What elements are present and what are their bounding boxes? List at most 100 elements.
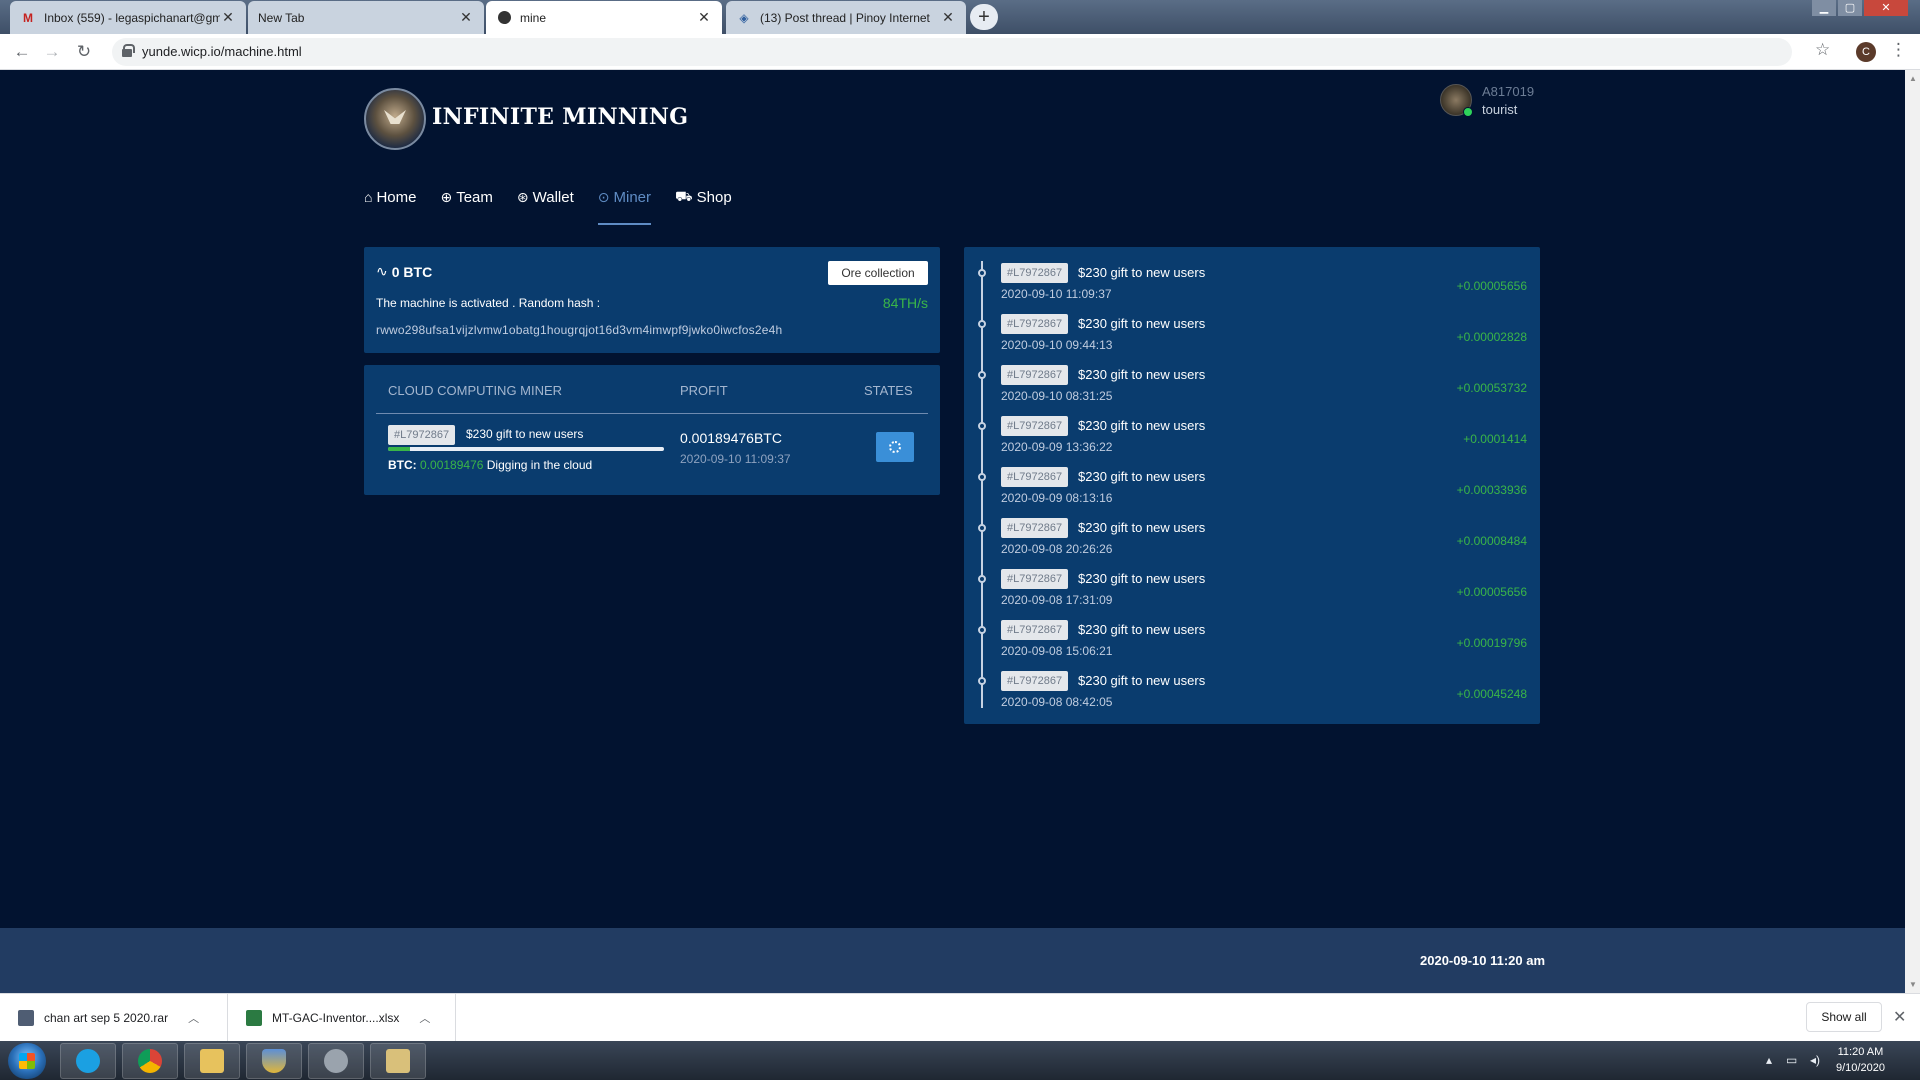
btc-status: Digging in the cloud [486,458,593,472]
nav-wallet[interactable]: ⊛ Wallet [517,186,574,208]
nav-team[interactable]: ⊕ Team [440,186,492,208]
settings-gear-icon[interactable] [308,1043,364,1079]
log-date: 2020-09-10 09:44:13 [1001,338,1113,352]
page: INFINITE MINNING A817019 tourist ⌂ Home … [0,70,1905,993]
scroll-up-icon[interactable]: ▲ [1909,74,1917,83]
list-item: #L7972867 $230 gift to new users 2020-09… [964,308,1540,359]
start-button[interactable] [8,1043,46,1079]
timeline-dot-icon [978,575,986,583]
address-bar[interactable]: yunde.wicp.io/machine.html [112,38,1792,66]
download-item[interactable]: chan art sep 5 2020.rar ︿ [18,994,228,1042]
chevron-up-icon[interactable]: ︿ [188,1010,199,1026]
file-manager-icon[interactable] [370,1043,426,1079]
brand-title[interactable]: INFINITE MINNING [432,104,688,130]
timeline-dot-icon [978,320,986,328]
user-role: tourist [1482,102,1518,117]
log-amount: +0.00005656 [1456,279,1527,293]
globe-icon: ⊕ [440,188,453,205]
order-tag: #L7972867 [388,425,456,445]
gmail-icon: M [23,10,33,25]
ore-collection-button[interactable]: Ore collection [828,261,928,285]
security-shield-icon[interactable] [246,1043,302,1079]
show-all-button[interactable]: Show all [1806,1002,1882,1032]
nav-shop[interactable]: ⛟ Shop [675,186,732,208]
page-footer: 2020-09-10 11:20 am [0,928,1905,993]
tab-forum[interactable]: ◈ (13) Post thread | Pinoy Internet ✕ [726,1,966,34]
order-tag: #L7972867 [1001,365,1069,385]
profile-avatar[interactable]: C [1856,42,1876,62]
divider [376,413,928,414]
log-title: $230 gift to new users [1078,673,1206,688]
order-tag: #L7972867 [1001,671,1069,691]
list-item: #L7972867 $230 gift to new users 2020-09… [964,563,1540,614]
tab-new-tab[interactable]: New Tab ✕ [248,1,484,34]
log-amount: +0.00008484 [1456,534,1527,548]
nav-miner[interactable]: ⊙ Miner [597,186,652,225]
main-nav: ⌂ Home ⊕ Team ⊛ Wallet ⊙ Miner ⛟ Shop [364,186,756,225]
order-tag: #L7972867 [1001,416,1069,436]
new-tab-button[interactable]: + [970,4,998,30]
nav-label: Home [376,188,417,206]
log-amount: +0.00019796 [1456,636,1527,650]
system-clock[interactable]: 11:20 AM 9/10/2020 [1836,1044,1885,1076]
earnings-log-card: #L7972867 $230 gift to new users 2020-09… [964,247,1540,724]
scroll-down-icon[interactable]: ▼ [1909,980,1917,989]
tab-gmail[interactable]: M Inbox (559) - legaspichanart@gm ✕ [10,1,246,34]
browser-toolbar: ← → ↻ yunde.wicp.io/machine.html ☆ C ⋮ [0,34,1920,70]
download-bar: chan art sep 5 2020.rar ︿ MT-GAC-Invento… [0,993,1920,1042]
back-icon[interactable]: ← [10,40,34,64]
state-loading-button[interactable] [876,432,914,462]
url-text[interactable]: yunde.wicp.io/machine.html [142,44,302,59]
nav-label: Wallet [532,188,574,206]
progress-fill [388,447,411,451]
timeline-dot-icon [978,371,986,379]
explorer-folder-icon[interactable] [184,1043,240,1079]
forward-icon[interactable]: → [40,40,64,64]
chevron-up-icon[interactable]: ︿ [419,1010,430,1026]
miner-icon: ⊙ [597,188,610,205]
log-title: $230 gift to new users [1078,418,1206,433]
download-item[interactable]: MT-GAC-Inventor....xlsx ︿ [246,994,456,1042]
reload-icon[interactable]: ↻ [72,40,96,64]
nav-home[interactable]: ⌂ Home [364,186,416,208]
log-date: 2020-09-08 08:42:05 [1001,695,1113,709]
chrome-icon[interactable] [122,1043,178,1079]
timeline-dot-icon [978,473,986,481]
close-icon[interactable]: ✕ [1893,1007,1906,1027]
list-item: #L7972867 $230 gift to new users 2020-09… [964,665,1540,716]
volume-icon[interactable]: ◂) [1810,1053,1820,1067]
page-scrollbar[interactable]: ▲ ▼ [1905,70,1920,993]
log-amount: +0.0001414 [1463,432,1527,446]
site-logo[interactable] [364,88,426,150]
nav-label: Shop [696,188,732,206]
order-tag: #L7972867 [1001,467,1069,487]
close-icon[interactable]: ✕ [220,9,236,26]
minimize-button[interactable]: ▁ [1812,0,1836,16]
machine-status-card: ∿ 0 BTC Ore collection The machine is ac… [364,247,940,353]
log-title: $230 gift to new users [1078,469,1206,484]
online-status-icon [1463,107,1473,117]
tab-title: New Tab [258,10,305,25]
close-icon[interactable]: ✕ [940,9,956,26]
close-icon[interactable]: ✕ [458,9,474,26]
close-icon[interactable]: ✕ [696,9,712,26]
home-icon: ⌂ [364,189,373,205]
maximize-button[interactable]: ▢ [1838,0,1862,16]
network-icon[interactable]: ▭ [1786,1053,1797,1067]
window-close-button[interactable]: ✕ [1864,0,1908,16]
browser-tab-bar: M Inbox (559) - legaspichanart@gm ✕ New … [0,0,1920,34]
activation-text: The machine is activated . Random hash : [376,296,601,310]
timeline-dot-icon [978,626,986,634]
menu-kebab-icon[interactable]: ⋮ [1890,40,1907,60]
timeline-dot-icon [978,524,986,532]
nav-label: Miner [613,188,652,206]
wallet-icon: ⊛ [516,188,529,205]
bookmark-star-icon[interactable]: ☆ [1815,40,1830,60]
column-header-states: STATES [864,383,913,398]
tray-expand-icon[interactable]: ▴ [1766,1053,1772,1067]
forum-icon: ◈ [739,10,749,25]
tab-mine[interactable]: mine ✕ [486,1,722,34]
skype-icon[interactable] [60,1043,116,1079]
lock-icon[interactable] [122,44,135,57]
user-id: A817019 [1482,84,1535,99]
